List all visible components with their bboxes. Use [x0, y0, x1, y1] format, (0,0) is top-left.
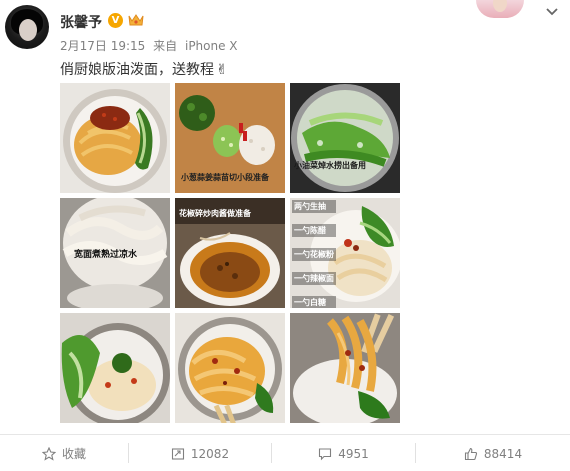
- photo-7[interactable]: [60, 313, 170, 423]
- sauce-step: 一勺花椒粉: [292, 248, 336, 261]
- photo-8[interactable]: [175, 313, 285, 423]
- viewer-avatar[interactable]: [476, 0, 524, 18]
- post-body: 俏厨娘版油泼面，送教程: [60, 62, 214, 78]
- like-count: 88414: [483, 446, 523, 461]
- photo-4[interactable]: 宽面煮熟过凉水: [60, 198, 170, 308]
- photo-1[interactable]: [60, 83, 170, 193]
- verified-badge-icon: V: [108, 13, 123, 28]
- comment-count: 4951: [338, 446, 369, 461]
- comment-button[interactable]: 4951: [272, 435, 415, 471]
- sauce-steps: 两勺生抽 一勺陈醋 一勺花椒粉 一勺辣椒面 一勺白糖: [292, 200, 336, 308]
- like-button[interactable]: 88414: [416, 435, 570, 471]
- device-label[interactable]: iPhone X: [185, 39, 238, 53]
- action-bar: 收藏 12082 4951 88414: [0, 434, 570, 471]
- photo-9[interactable]: [290, 313, 400, 423]
- post-meta: 2月17日 19:15 来自 iPhone X: [60, 37, 242, 54]
- repost-count: 12082: [190, 446, 230, 461]
- from-label: 来自: [153, 39, 178, 53]
- star-icon: [41, 446, 56, 461]
- avatar-face: [19, 19, 37, 41]
- crown-icon: [128, 14, 144, 26]
- photo-2[interactable]: 小葱蒜姜蒜苗切小段准备: [175, 83, 285, 193]
- author-avatar[interactable]: [5, 5, 49, 49]
- sauce-step: 一勺辣椒面: [292, 272, 336, 285]
- photo-6[interactable]: 两勺生抽 一勺陈醋 一勺花椒粉 一勺辣椒面 一勺白糖: [290, 198, 400, 308]
- victory-hand-icon: ✌: [216, 62, 228, 78]
- photo-4-caption: 宽面煮熟过凉水: [74, 250, 138, 260]
- thumbs-up-icon: [464, 447, 477, 460]
- post-text: 俏厨娘版油泼面，送教程 ✌: [60, 59, 228, 79]
- sauce-step: 一勺陈醋: [292, 224, 336, 237]
- favorite-button[interactable]: 收藏: [0, 435, 128, 471]
- chevron-down-icon[interactable]: [544, 4, 560, 20]
- sauce-step: 两勺生抽: [292, 200, 336, 213]
- image-grid: 小葱蒜姜蒜苗切小段准备 小油菜焯水捞出备用 宽面煮熟过凉水 花椒碎炒肉酱做准备 …: [60, 83, 400, 423]
- photo-2-caption: 小葱蒜姜蒜苗切小段准备: [181, 172, 269, 182]
- photo-5-caption: 花椒碎炒肉酱做准备: [179, 208, 251, 218]
- repost-icon: [171, 447, 184, 460]
- photo-3[interactable]: 小油菜焯水捞出备用: [290, 83, 400, 193]
- repost-button[interactable]: 12082: [129, 435, 271, 471]
- sauce-step: 一勺白糖: [292, 296, 336, 308]
- comment-icon: [319, 447, 332, 460]
- favorite-label: 收藏: [61, 447, 86, 461]
- author-name[interactable]: 张馨予: [60, 12, 102, 32]
- post-date[interactable]: 2月17日 19:15: [60, 39, 145, 53]
- photo-3-caption: 小油菜焯水捞出备用: [294, 160, 366, 170]
- photo-5[interactable]: 花椒碎炒肉酱做准备: [175, 198, 285, 308]
